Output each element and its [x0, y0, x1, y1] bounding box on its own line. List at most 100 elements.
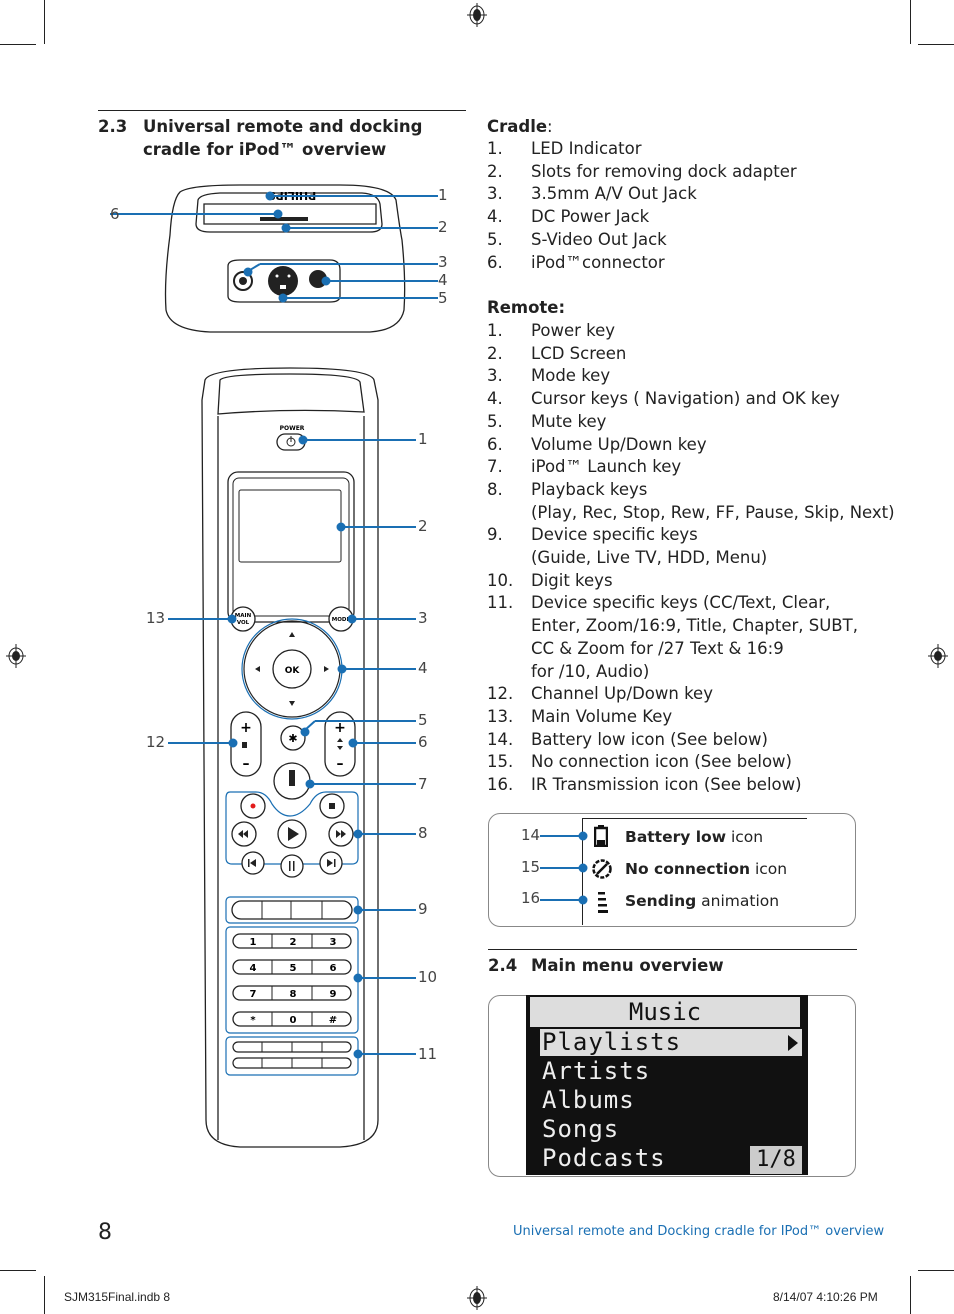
list-item: 4. Cursor keys ( Navigation) and OK key: [487, 388, 895, 411]
list-item-text: Playback keys (Play, Rec, Stop, Rew, FF,…: [531, 479, 895, 522]
section-title: Main menu overview: [531, 956, 724, 975]
list-item-text: Slots for removing dock adapter: [531, 161, 797, 181]
no-connection-icon: [592, 859, 612, 879]
digit-key[interactable]: 2: [290, 937, 297, 948]
remote-callout-9: 9: [418, 900, 428, 918]
list-item: 9. Device specific keys (Guide, Live TV, …: [487, 524, 895, 569]
registration-mark-icon: [467, 1286, 487, 1310]
registration-mark-icon: [6, 644, 26, 668]
digit-key[interactable]: 8: [290, 989, 297, 1000]
svg-text:–: –: [243, 756, 250, 772]
list-item-text: Digit keys: [531, 570, 613, 590]
menu-item[interactable]: Artists: [542, 1057, 650, 1085]
list-item: 5. Mute key: [487, 411, 895, 434]
svg-text:MAIN: MAIN: [235, 613, 252, 619]
crop-mark: [44, 0, 45, 44]
status-callout-15: 15: [521, 858, 541, 876]
list-item-number: 2.: [487, 343, 503, 363]
list-item-text: LCD Screen: [531, 343, 627, 363]
svg-text:+: +: [334, 720, 346, 736]
list-item-text: Channel Up/Down key: [531, 684, 713, 704]
svg-text:–: –: [337, 756, 344, 772]
list-item: 14. Battery low icon (See below): [487, 729, 895, 752]
list-item-number: 6.: [487, 434, 503, 454]
s-video-jack: [268, 266, 298, 296]
remote-callout-6: 6: [418, 733, 428, 751]
crop-mark: [918, 44, 954, 45]
list-item-number: 16.: [487, 775, 514, 795]
digit-key[interactable]: 0: [290, 1015, 297, 1026]
crop-mark: [918, 1270, 954, 1271]
list-item-number: 7.: [487, 457, 503, 477]
list-item-number: 3.: [487, 366, 503, 386]
status-label-no-connection: No connection icon: [625, 860, 788, 878]
list-item: 1. LED Indicator: [487, 138, 797, 161]
list-item: 12. Channel Up/Down key: [487, 683, 895, 706]
digit-key[interactable]: 4: [250, 963, 257, 974]
digit-key[interactable]: 7: [250, 989, 257, 1000]
svg-text:+: +: [240, 720, 252, 736]
menu-item[interactable]: Podcasts: [542, 1144, 666, 1172]
ipod-connector: [260, 217, 308, 221]
section-title: Universal remote and docking cradle for …: [143, 117, 423, 159]
digit-key[interactable]: 3: [330, 937, 337, 948]
menu-item[interactable]: Playlists: [542, 1028, 681, 1056]
menu-item[interactable]: Songs: [542, 1115, 619, 1143]
menu-page-indicator: 1/8: [750, 1146, 802, 1174]
list-item-text: iPod™ Launch key: [531, 457, 682, 477]
digit-key[interactable]: 6: [330, 963, 337, 974]
cradle-callout-6: 6: [110, 205, 120, 223]
list-item-text: DC Power Jack: [531, 207, 650, 227]
list-item-number: 8.: [487, 479, 503, 499]
list-item-number: 9.: [487, 525, 503, 545]
list-item-text: Power key: [531, 321, 616, 340]
list-item-number: 1.: [487, 139, 503, 158]
list-item: 2. Slots for removing dock adapter: [487, 161, 797, 184]
section-number: 2.4: [488, 956, 518, 975]
list-item-text: Mode key: [531, 366, 611, 386]
slug-date: 8/14/07 4:10:26 PM: [773, 1290, 878, 1304]
list-item-text: Cursor keys ( Navigation) and OK key: [531, 389, 840, 409]
list-item-number: 4.: [487, 389, 503, 409]
list-item: 3. Mode key: [487, 365, 895, 388]
digit-key[interactable]: 9: [330, 989, 337, 1000]
cradle-list: 1. LED Indicator 2. Slots for removing dock…: [487, 138, 797, 274]
remote-diagram: POWER MAIN VOL MODE OK +– +– ✱ 1 2 34 5 67 8 9…: [168, 367, 416, 1148]
crop-mark: [910, 0, 911, 44]
slug-file: SJM315Final.indb 8: [64, 1290, 171, 1304]
list-item-text: IR Transmission icon (See below): [531, 775, 802, 795]
list-item: 16. IR Transmission icon (See below): [487, 774, 895, 797]
list-item-text: Device specific keys (CC/Text, Clear, En…: [531, 593, 858, 681]
battery-low-icon: [594, 825, 608, 847]
digit-key[interactable]: 5: [290, 963, 297, 974]
list-item: 5. S-Video Out Jack: [487, 229, 797, 252]
remote-callout-3: 3: [418, 609, 428, 627]
list-item-text: Battery low icon (See below): [531, 729, 768, 749]
remote-callout-8: 8: [418, 824, 428, 842]
cradle-callout-4: 4: [438, 271, 448, 289]
list-item: 8. Playback keys (Play, Rec, Stop, Rew, F…: [487, 479, 895, 524]
running-title: Universal remote and Docking cradle for …: [513, 1224, 885, 1239]
list-item-text: iPod™connector: [531, 252, 665, 272]
digit-key[interactable]: #: [329, 1015, 337, 1026]
list-item-number: 11.: [487, 593, 514, 613]
menu-item[interactable]: Albums: [542, 1086, 635, 1114]
list-item-text: Mute key: [531, 411, 607, 431]
list-item: 11. Device specific keys (CC/Text, Clear,…: [487, 592, 895, 683]
digit-key[interactable]: 1: [250, 937, 257, 948]
list-item-text: 3.5mm A/V Out Jack: [531, 184, 697, 204]
digit-key[interactable]: *: [250, 1015, 256, 1026]
remote-callout-7: 7: [418, 775, 428, 793]
lcd-screen: [238, 489, 342, 563]
list-item-text: LED Indicator: [531, 139, 642, 158]
list-item: 6. iPod™connector: [487, 252, 797, 275]
list-item: 6. Volume Up/Down key: [487, 434, 895, 457]
svg-text:✱: ✱: [288, 732, 297, 745]
lcd-frame: [227, 471, 355, 623]
status-label-sending: Sending animation: [625, 892, 780, 910]
cradle-callout-3: 3: [438, 253, 448, 271]
pause-key: [280, 854, 304, 878]
status-callout-16: 16: [521, 889, 541, 907]
list-item-number: 1.: [487, 321, 503, 340]
cradle-body: [164, 184, 406, 333]
